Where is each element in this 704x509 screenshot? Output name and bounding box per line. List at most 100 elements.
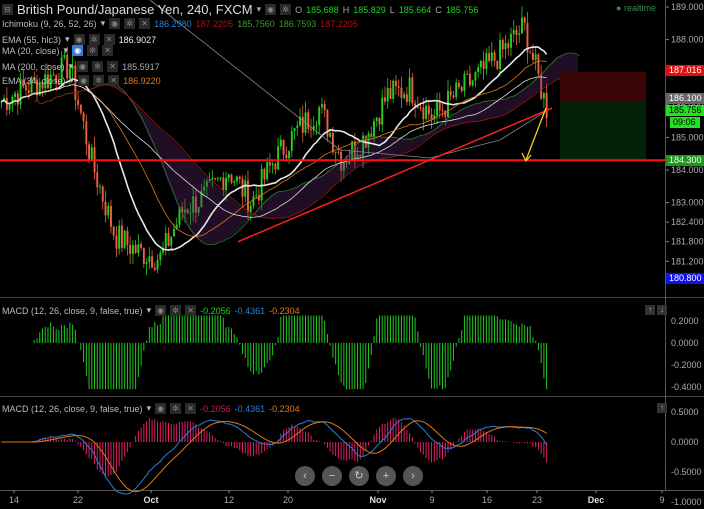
close-icon[interactable]: ✕ <box>102 45 114 56</box>
indicator-name[interactable]: Ichimoku (9, 26, 52, 26) <box>2 19 97 29</box>
target-price-label: 187.016 <box>666 65 704 76</box>
candle-body <box>173 228 175 237</box>
candle-body <box>430 114 433 120</box>
candle-body <box>537 54 540 74</box>
indicator-name[interactable]: EMA (34, close) <box>2 76 66 86</box>
move-up-icon[interactable]: ↑ <box>645 305 655 315</box>
candle-body <box>238 176 241 180</box>
zoom-in-button[interactable]: + <box>376 466 396 486</box>
y-tick-label: 184.000 <box>671 165 704 175</box>
y-tick-label: 181.800 <box>671 237 704 247</box>
candle-body <box>529 52 532 54</box>
gear-icon[interactable]: ✲ <box>124 18 136 29</box>
candle-body <box>27 90 30 93</box>
y-tick-label: 183.000 <box>671 198 704 208</box>
candle-body <box>504 43 507 50</box>
gear-icon[interactable]: ✲ <box>93 75 105 86</box>
candle-body <box>329 132 332 137</box>
eye-icon[interactable]: ◉ <box>73 34 85 45</box>
scroll-left-button[interactable]: ‹ <box>295 466 315 486</box>
indicator-name[interactable]: MA (200, close) <box>2 62 65 72</box>
close-icon[interactable]: ✕ <box>108 75 120 86</box>
move-up-icon[interactable]: ↑ <box>657 403 667 413</box>
chevron-down-icon[interactable]: ▾ <box>64 45 69 56</box>
candle-body <box>534 54 537 60</box>
move-down-icon[interactable]: ↓ <box>657 305 667 315</box>
chevron-down-icon[interactable]: ▾ <box>257 4 262 15</box>
candle-body <box>236 176 238 182</box>
candle-body <box>488 53 491 61</box>
eye-icon[interactable]: ◉ <box>265 4 277 15</box>
indicator-legend-ma20: MA (20, close) ▾ ◉ ✲ ✕ <box>2 45 114 56</box>
open-value: 185.688 <box>306 4 339 15</box>
indicator-name[interactable]: EMA (55, hlc3) <box>2 35 61 45</box>
indicator-value: 185.5917 <box>122 61 160 72</box>
indicator-value: 185.7560 <box>237 18 275 29</box>
gear-icon[interactable]: ✲ <box>280 4 292 15</box>
candle-body <box>389 87 392 99</box>
gear-icon[interactable]: ✲ <box>88 34 100 45</box>
y-tick-label: -0.2000 <box>671 360 702 370</box>
candle-body <box>422 107 425 120</box>
close-icon[interactable]: ✕ <box>185 305 197 316</box>
chevron-down-icon[interactable]: ▾ <box>70 75 75 86</box>
candle-body <box>90 147 93 160</box>
candle-body <box>384 97 386 102</box>
chevron-down-icon[interactable]: ▾ <box>69 61 74 72</box>
macd2-legend: MACD (12, 26, close, 9, false, true) ▾ ◉ ✲… <box>2 403 300 414</box>
candle-body <box>233 181 236 183</box>
candle-body <box>397 86 400 88</box>
candle-body <box>301 116 304 133</box>
candle-body <box>307 112 310 130</box>
eye-icon[interactable]: ◉ <box>155 305 167 316</box>
candle-body <box>266 162 269 180</box>
candle-body <box>14 93 17 97</box>
candle-body <box>466 73 469 75</box>
chevron-down-icon[interactable]: ▾ <box>65 34 70 45</box>
gear-icon[interactable]: ✲ <box>170 305 182 316</box>
zoom-out-button[interactable]: − <box>322 466 342 486</box>
chevron-down-icon[interactable]: ▾ <box>147 403 152 414</box>
candle-body <box>222 177 225 190</box>
close-icon[interactable]: ✕ <box>103 34 115 45</box>
candle-body <box>386 87 389 102</box>
indicator-name[interactable]: MA (20, close) <box>2 46 60 56</box>
indicator-name[interactable]: MACD (12, 26, close, 9, false, true) <box>2 306 143 316</box>
gear-icon[interactable]: ✲ <box>87 45 99 56</box>
candle-body <box>310 129 312 131</box>
scroll-right-button[interactable]: › <box>403 466 423 486</box>
close-icon[interactable]: ✕ <box>185 403 197 414</box>
candle-body <box>499 39 502 69</box>
candle-body <box>460 87 463 92</box>
close-icon[interactable]: ✕ <box>107 61 119 72</box>
candle-body <box>142 247 145 264</box>
gear-icon[interactable]: ✲ <box>92 61 104 72</box>
candle-body <box>8 104 11 110</box>
eye-icon[interactable]: ◉ <box>78 75 90 86</box>
eye-icon[interactable]: ◉ <box>72 45 84 56</box>
candle-body <box>485 53 488 69</box>
eye-icon[interactable]: ◉ <box>155 403 167 414</box>
histogram-value: -0.2304 <box>269 305 300 316</box>
symbol-title[interactable]: British Pound/Japanese Yen, 240, FXCM <box>17 2 253 17</box>
eye-icon[interactable]: ◉ <box>109 18 121 29</box>
candle-body <box>140 244 143 248</box>
chevron-down-icon[interactable]: ▾ <box>147 305 152 316</box>
high-label: H <box>342 4 350 15</box>
histogram-value: -0.2304 <box>269 403 300 414</box>
candle-body <box>408 77 411 102</box>
collapse-icon[interactable]: ⊟ <box>2 4 13 15</box>
candle-body <box>545 93 548 118</box>
candle-body <box>282 139 285 155</box>
eye-icon[interactable]: ◉ <box>77 61 89 72</box>
indicator-value: 186.2980 <box>154 18 192 29</box>
candle-body <box>441 110 444 112</box>
candle-body <box>496 61 499 69</box>
signal-value: -0.4361 <box>234 305 266 316</box>
close-icon[interactable]: ✕ <box>139 18 151 29</box>
gear-icon[interactable]: ✲ <box>170 403 182 414</box>
indicator-name[interactable]: MACD (12, 26, close, 9, false, true) <box>2 404 143 414</box>
chevron-down-icon[interactable]: ▾ <box>101 18 106 29</box>
reset-button[interactable]: ↻ <box>349 466 369 486</box>
candle-body <box>510 34 512 48</box>
